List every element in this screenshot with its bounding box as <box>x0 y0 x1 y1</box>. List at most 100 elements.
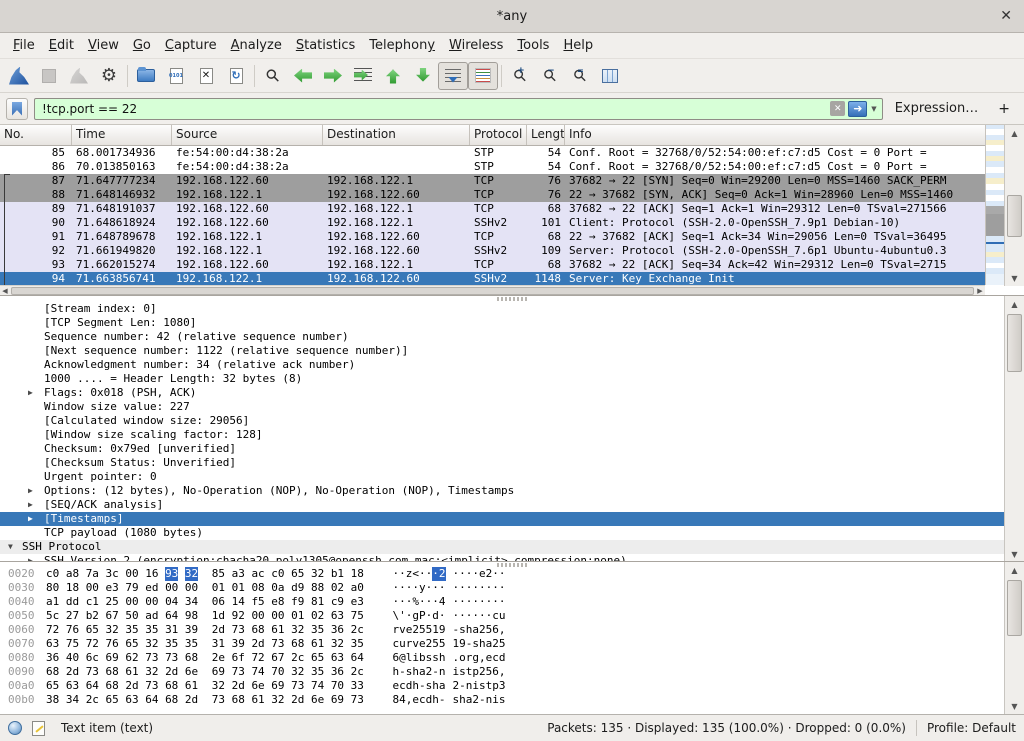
hex-byte[interactable]: 85 <box>212 567 225 581</box>
hex-byte[interactable]: 6e <box>251 679 264 693</box>
hex-byte[interactable]: 63 <box>331 651 344 665</box>
hex-byte[interactable]: 35 <box>311 665 324 679</box>
hex-byte[interactable]: 04 <box>165 595 178 609</box>
hex-byte[interactable]: 64 <box>145 693 158 707</box>
ascii-char[interactable]: a <box>472 623 479 637</box>
colorize-button[interactable] <box>468 62 498 90</box>
menu-wireless[interactable]: Wireless <box>442 35 510 56</box>
hex-byte[interactable]: 0a <box>271 581 284 595</box>
ascii-char[interactable]: 6 <box>393 651 400 665</box>
hex-byte[interactable]: 01 <box>291 609 304 623</box>
ascii-char[interactable]: 2 <box>479 623 486 637</box>
auto-scroll-button[interactable] <box>438 62 468 90</box>
hex-byte[interactable]: 70 <box>331 679 344 693</box>
hex-byte[interactable]: 32 <box>291 623 304 637</box>
ascii-char[interactable]: · <box>479 595 486 609</box>
hex-byte[interactable]: 68 <box>185 651 198 665</box>
go-forward-button[interactable] <box>318 62 348 90</box>
hex-byte[interactable]: 65 <box>106 693 119 707</box>
ascii-char[interactable]: - <box>479 693 486 707</box>
ascii-char[interactable]: i <box>453 665 460 679</box>
hex-byte[interactable]: 72 <box>251 651 264 665</box>
hex-byte[interactable]: a1 <box>46 595 59 609</box>
ascii-char[interactable]: · <box>419 595 426 609</box>
ascii-char[interactable]: 9 <box>459 637 466 651</box>
hex-byte[interactable]: 76 <box>66 623 79 637</box>
capture-comment-icon[interactable] <box>32 721 45 736</box>
detail-line[interactable]: ▶[SEQ/ACK analysis] <box>0 498 1024 512</box>
ascii-char[interactable]: · <box>426 567 433 581</box>
ascii-char[interactable]: · <box>426 595 433 609</box>
ascii-char[interactable]: · <box>432 595 439 609</box>
ascii-char[interactable]: c <box>492 609 499 623</box>
hex-byte[interactable]: 93 <box>165 567 178 581</box>
expander-closed-icon[interactable]: ▶ <box>28 512 33 526</box>
ascii-char[interactable]: - <box>419 679 426 693</box>
ascii-char[interactable]: · <box>453 595 460 609</box>
hex-byte[interactable]: 2d <box>125 679 138 693</box>
ascii-char[interactable]: · <box>439 581 446 595</box>
ascii-char[interactable]: z <box>406 567 413 581</box>
scroll-up-icon[interactable]: ▲ <box>1005 125 1024 141</box>
ascii-char[interactable]: @ <box>399 651 406 665</box>
hex-byte[interactable]: 61 <box>271 623 284 637</box>
packet-row-89[interactable]: 8971.648191037192.168.122.60192.168.122.… <box>0 202 985 216</box>
hex-byte[interactable]: 2d <box>212 623 225 637</box>
detail-line[interactable]: [Stream index: 0] <box>0 302 1024 316</box>
filter-apply-button[interactable]: ➜ <box>848 101 867 117</box>
ascii-char[interactable]: · <box>432 567 439 581</box>
hex-byte[interactable]: 31 <box>212 637 225 651</box>
hex-byte[interactable]: 02 <box>331 581 344 595</box>
menu-help[interactable]: Help <box>556 35 600 56</box>
packet-row-88[interactable]: 8871.648146932192.168.122.1192.168.122.6… <box>0 188 985 202</box>
hex-byte[interactable]: 75 <box>66 637 79 651</box>
hex-byte[interactable]: 68 <box>106 665 119 679</box>
hex-byte[interactable]: ac <box>251 567 264 581</box>
pane-splitter-grip[interactable] <box>497 563 527 567</box>
ascii-char[interactable]: a <box>486 637 493 651</box>
hex-byte[interactable]: 64 <box>351 651 364 665</box>
hex-byte[interactable]: 01 <box>212 581 225 595</box>
hex-byte[interactable]: f9 <box>291 595 304 609</box>
resize-columns-button[interactable] <box>595 62 625 90</box>
ascii-char[interactable]: h <box>432 679 439 693</box>
scrollbar-thumb[interactable] <box>1007 195 1022 237</box>
scrollbar-thumb[interactable] <box>1007 314 1022 372</box>
ascii-char[interactable]: e <box>406 623 413 637</box>
detail-line[interactable]: ▶SSH Version 2 (encryption:chacha20_poly… <box>0 554 1024 562</box>
hex-byte[interactable]: 63 <box>46 637 59 651</box>
menu-edit[interactable]: Edit <box>42 35 81 56</box>
hex-byte[interactable]: 65 <box>46 679 59 693</box>
ascii-char[interactable]: e <box>486 651 493 665</box>
ascii-char[interactable]: a <box>439 679 446 693</box>
ascii-char[interactable]: 6 <box>492 665 499 679</box>
ascii-char[interactable]: 1 <box>453 637 460 651</box>
ascii-char[interactable]: r <box>466 651 473 665</box>
ascii-char[interactable]: - <box>439 693 446 707</box>
ascii-char[interactable]: s <box>406 665 413 679</box>
ascii-char[interactable]: 5 <box>499 637 506 651</box>
ascii-char[interactable]: 2 <box>439 567 446 581</box>
hex-byte[interactable]: 18 <box>66 581 79 595</box>
ascii-char[interactable]: s <box>432 651 439 665</box>
ascii-char[interactable]: i <box>412 651 419 665</box>
hex-byte[interactable]: 75 <box>351 609 364 623</box>
ascii-char[interactable]: - <box>453 623 460 637</box>
hex-byte[interactable]: 73 <box>165 651 178 665</box>
ascii-char[interactable]: a <box>419 665 426 679</box>
ascii-char[interactable]: p <box>472 665 479 679</box>
hex-byte[interactable]: 69 <box>331 693 344 707</box>
ascii-char[interactable]: , <box>499 665 506 679</box>
column-header-source[interactable]: Source <box>172 125 323 145</box>
ascii-char[interactable]: 2 <box>426 637 433 651</box>
ascii-char[interactable]: · <box>459 609 466 623</box>
hex-byte[interactable]: c0 <box>271 567 284 581</box>
zoom-original-button[interactable] <box>565 62 595 90</box>
menu-file[interactable]: File <box>6 35 42 56</box>
open-file-button[interactable] <box>131 62 161 90</box>
ascii-char[interactable]: h <box>459 693 466 707</box>
ascii-char[interactable]: 5 <box>439 637 446 651</box>
ascii-char[interactable]: · <box>393 581 400 595</box>
ascii-char[interactable]: · <box>426 581 433 595</box>
hex-byte[interactable]: 01 <box>232 581 245 595</box>
